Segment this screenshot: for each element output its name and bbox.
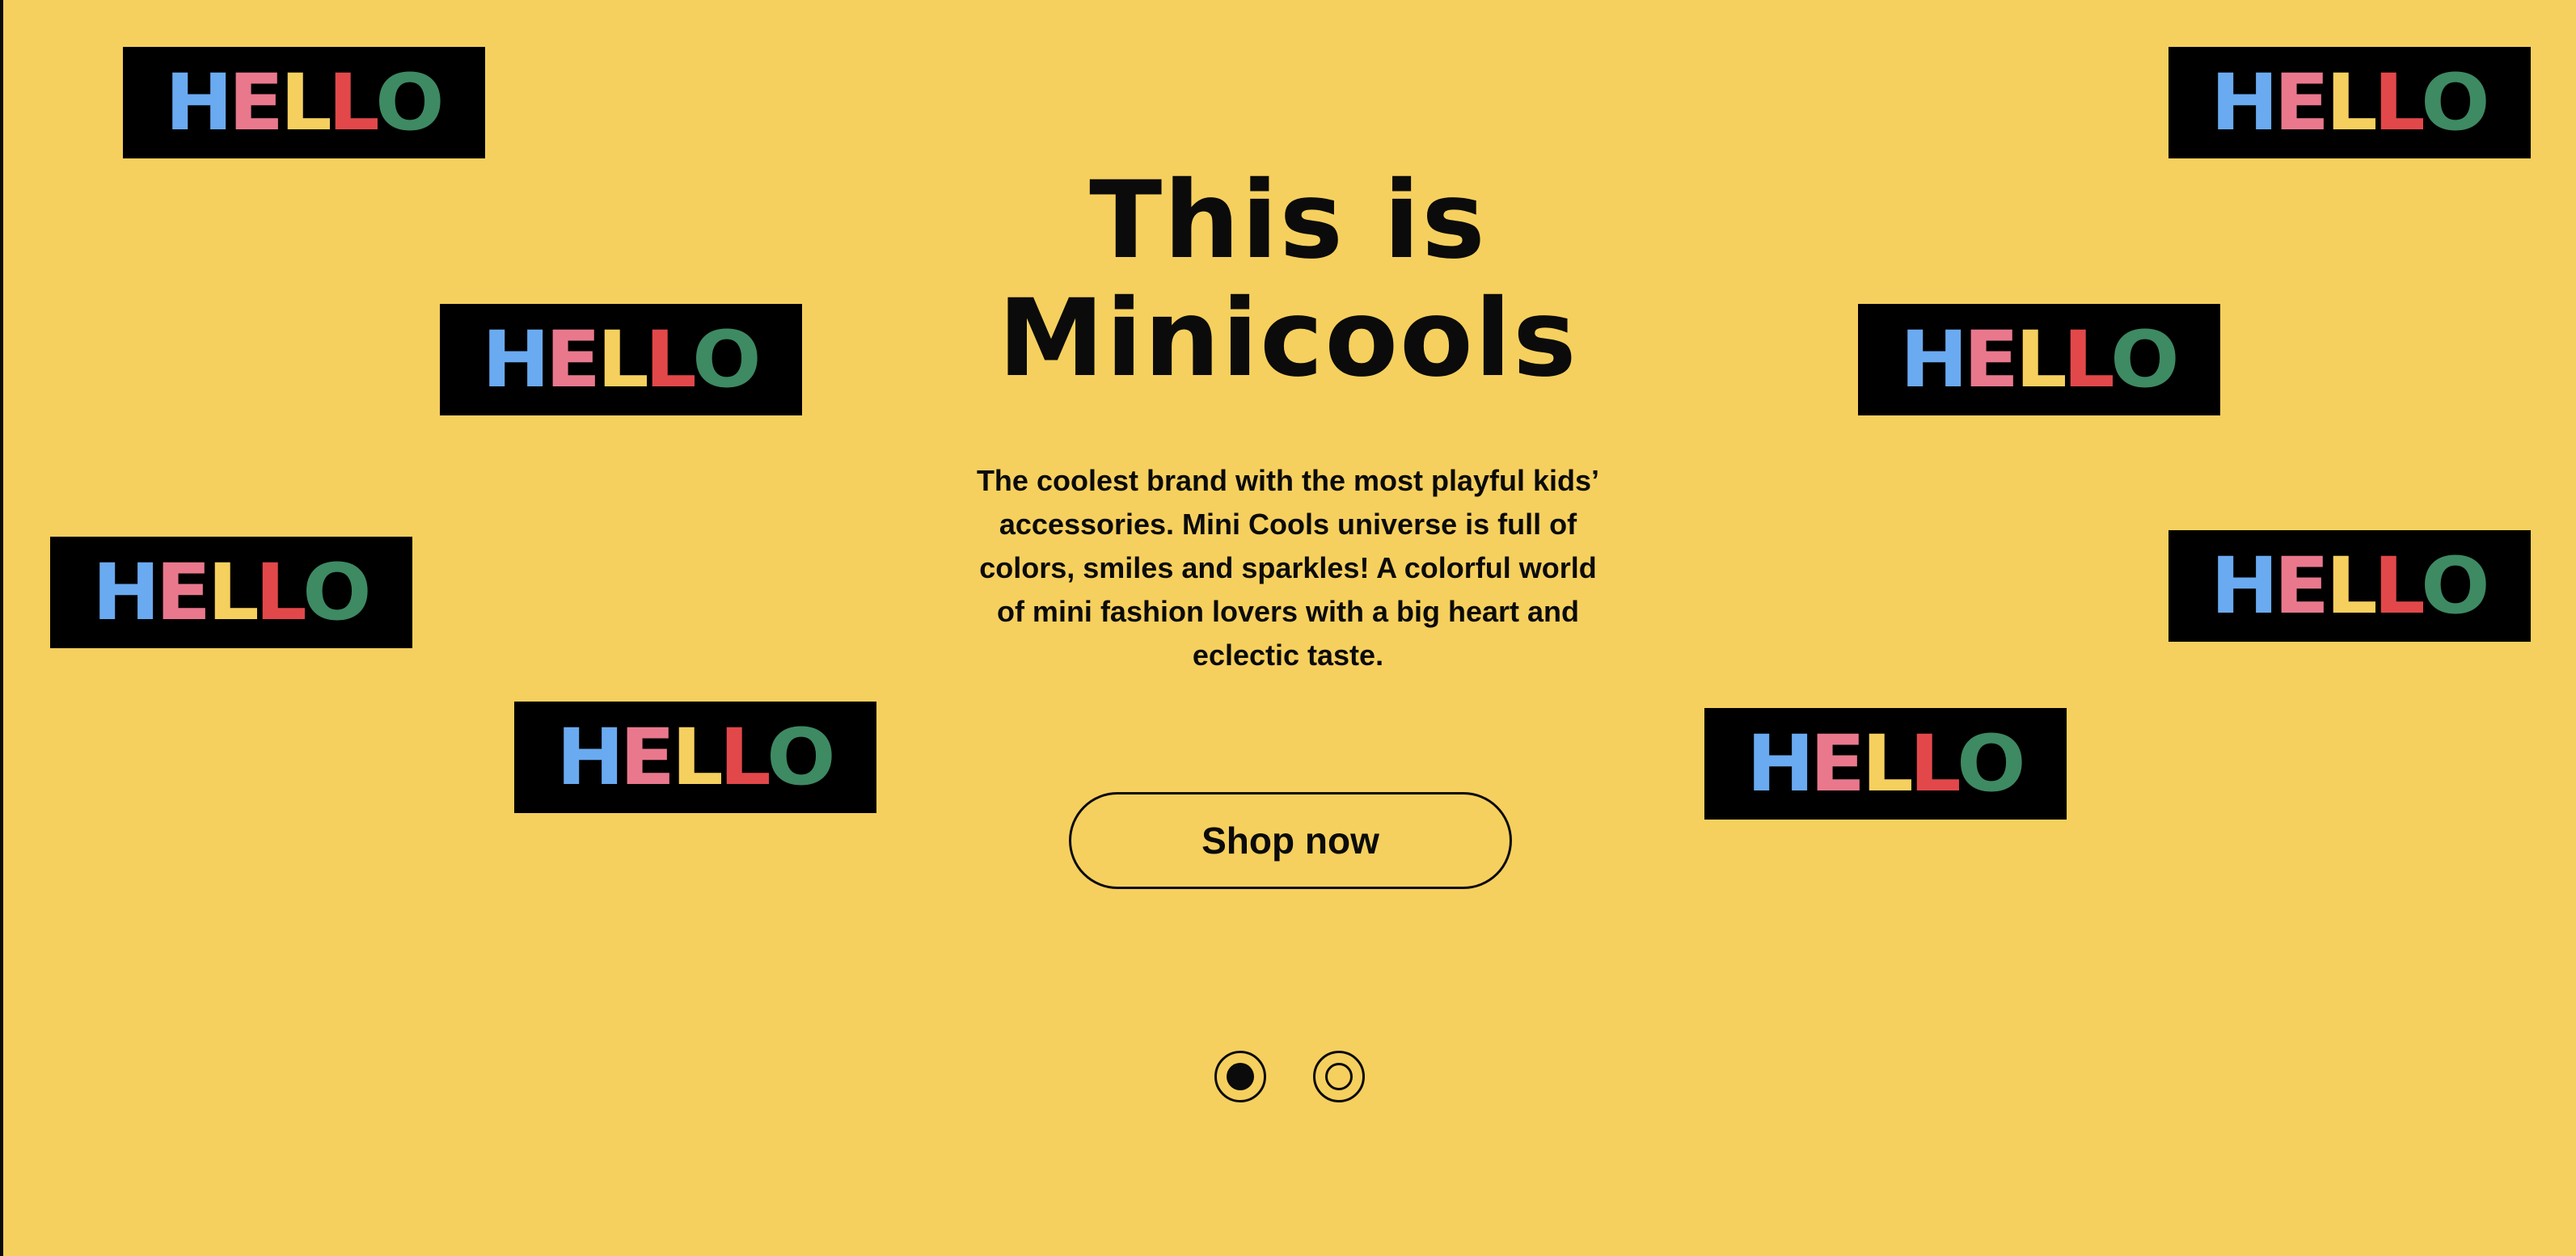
hello-sticker: H E L L O	[514, 702, 876, 813]
sticker-letter-e: E	[155, 547, 212, 638]
sticker-letter-o: O	[766, 712, 836, 803]
hello-sticker: H E L L O	[2168, 47, 2531, 158]
sticker-letter-o: O	[2110, 314, 2180, 405]
shop-now-button[interactable]: Shop now	[1069, 792, 1512, 889]
hero-description: The coolest brand with the most playful …	[976, 464, 1600, 672]
hero-title-line-1: This is	[1089, 158, 1487, 283]
sticker-letter-e: E	[228, 57, 285, 148]
sticker-letter-l2: L	[327, 57, 380, 148]
carousel-dot-2[interactable]	[1313, 1051, 1365, 1102]
carousel-pagination	[1214, 1051, 1368, 1102]
hello-sticker: H E L L O	[2168, 530, 2531, 642]
sticker-letter-l1: L	[1861, 719, 1914, 809]
sticker-letter-h: H	[165, 57, 233, 148]
sticker-letter-e: E	[619, 712, 676, 803]
sticker-letter-l2: L	[255, 547, 307, 638]
hello-sticker: H E L L O	[440, 304, 802, 415]
sticker-letter-o: O	[2421, 57, 2490, 148]
hero-title: This is Minicools	[884, 162, 1692, 398]
sticker-letter-l1: L	[597, 314, 649, 405]
sticker-letter-o: O	[692, 314, 762, 405]
sticker-letter-e: E	[545, 314, 602, 405]
sticker-letter-l1: L	[207, 547, 260, 638]
sticker-letter-h: H	[92, 547, 160, 638]
sticker-letter-e: E	[2274, 57, 2330, 148]
hello-sticker: H E L L O	[1704, 708, 2067, 820]
sticker-letter-l1: L	[2325, 541, 2378, 631]
hero-section: H E L L O H E L L O H E L L O H E L L O …	[0, 0, 2576, 1256]
sticker-letter-l2: L	[2373, 541, 2426, 631]
sticker-letter-l2: L	[2373, 57, 2426, 148]
sticker-letter-o: O	[375, 57, 445, 148]
sticker-letter-l1: L	[2015, 314, 2067, 405]
sticker-letter-o: O	[2421, 541, 2490, 631]
sticker-letter-e: E	[1810, 719, 1866, 809]
sticker-letter-l2: L	[2063, 314, 2115, 405]
sticker-letter-o: O	[302, 547, 372, 638]
sticker-letter-l2: L	[644, 314, 697, 405]
hello-sticker: H E L L O	[1858, 304, 2220, 415]
sticker-letter-h: H	[1900, 314, 1968, 405]
hero-title-line-2: Minicools	[998, 276, 1578, 401]
sticker-letter-l1: L	[280, 57, 332, 148]
sticker-letter-l2: L	[719, 712, 771, 803]
sticker-letter-l1: L	[2325, 57, 2378, 148]
sticker-letter-l2: L	[1909, 719, 1962, 809]
hello-sticker: H E L L O	[50, 537, 412, 648]
sticker-letter-l1: L	[671, 712, 724, 803]
hello-sticker: H E L L O	[123, 47, 485, 158]
sticker-letter-h: H	[2211, 541, 2278, 631]
sticker-letter-h: H	[1746, 719, 1814, 809]
sticker-letter-e: E	[1963, 314, 2020, 405]
sticker-letter-o: O	[1957, 719, 2026, 809]
carousel-dot-1-active[interactable]	[1214, 1051, 1266, 1102]
sticker-letter-h: H	[2211, 57, 2278, 148]
sticker-letter-h: H	[482, 314, 550, 405]
sticker-letter-e: E	[2274, 541, 2330, 631]
sticker-letter-h: H	[556, 712, 624, 803]
